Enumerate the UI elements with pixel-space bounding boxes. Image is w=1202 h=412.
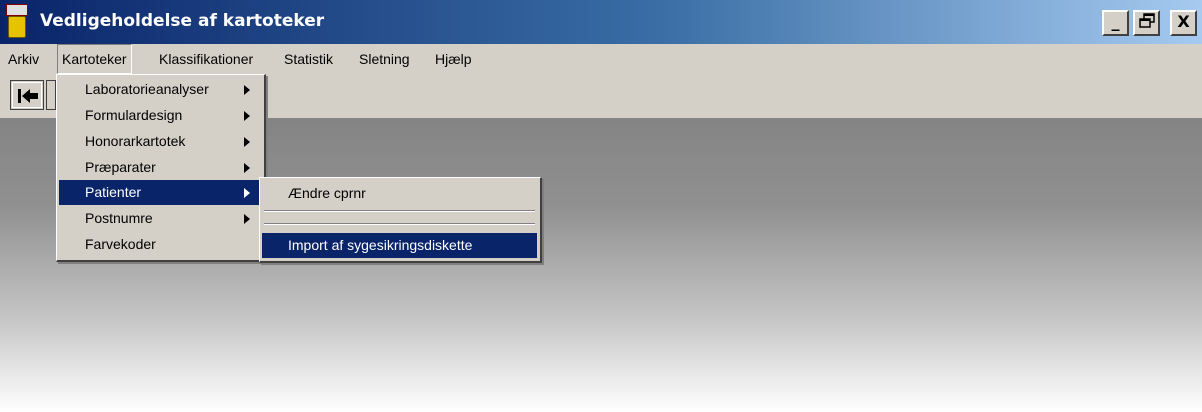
submenu-arrow-icon (244, 111, 250, 121)
menu-item-formulardesign[interactable]: Formulardesign (59, 103, 262, 128)
menu-statistik[interactable]: Statistik (280, 44, 337, 74)
menu-item-label: Farvekoder (85, 236, 156, 252)
kartoteker-menu: Laboratorieanalyser Formulardesign Honor… (56, 74, 266, 262)
menu-item-label: Import af sygesikringsdiskette (288, 237, 473, 253)
menu-item-laboratorieanalyser[interactable]: Laboratorieanalyser (59, 77, 262, 102)
menu-item-label: Formulardesign (85, 107, 183, 123)
submenu-arrow-icon (244, 163, 250, 173)
minimize-button[interactable]: _ (1102, 10, 1129, 36)
arrow-left-to-bar-icon (18, 89, 38, 103)
menu-bar: Arkiv Kartoteker Klassifikationer Statis… (0, 44, 1202, 74)
menu-item-honorarkartotek[interactable]: Honorarkartotek (59, 129, 262, 154)
menu-item-farvekoder[interactable]: Farvekoder (59, 232, 262, 257)
menu-item-praeparater[interactable]: Præparater (59, 155, 262, 180)
submenu-arrow-icon (244, 214, 250, 224)
menu-item-label: Honorarkartotek (85, 133, 186, 149)
menu-kartoteker[interactable]: Kartoteker (57, 44, 132, 74)
submenu-arrow-icon (244, 188, 250, 198)
close-button[interactable]: X (1170, 10, 1197, 36)
restore-button[interactable] (1133, 10, 1160, 36)
submenu-arrow-icon (244, 85, 250, 95)
menu-sletning[interactable]: Sletning (355, 44, 414, 74)
menu-item-import-sygesikringsdiskette[interactable]: Import af sygesikringsdiskette (262, 233, 537, 258)
menu-separator (264, 210, 535, 212)
submenu-arrow-icon (244, 137, 250, 147)
menu-item-aendre-cprnr[interactable]: Ændre cprnr (262, 181, 537, 206)
menu-item-label: Præparater (85, 159, 156, 175)
app-icon[interactable] (4, 4, 28, 40)
menu-item-label: Ændre cprnr (288, 185, 366, 201)
menu-arkiv[interactable]: Arkiv (4, 44, 43, 74)
menu-item-patienter[interactable]: Patienter (59, 180, 262, 205)
toolbar-button-2[interactable] (46, 80, 56, 110)
menu-hjaelp[interactable]: Hjælp (431, 44, 476, 74)
menu-separator (264, 223, 535, 225)
title-bar[interactable]: Vedligeholdelse af kartoteker _ X (0, 0, 1202, 44)
restore-icon (1138, 13, 1155, 28)
menu-item-postnumre[interactable]: Postnumre (59, 206, 262, 231)
first-record-button[interactable] (10, 80, 44, 110)
menu-item-label: Postnumre (85, 210, 153, 226)
window-title: Vedligeholdelse af kartoteker (40, 11, 325, 31)
patienter-submenu: Ændre cprnr Import af sygesikringsdisket… (259, 177, 542, 263)
menu-item-label: Patienter (85, 184, 142, 200)
menu-klassifikationer[interactable]: Klassifikationer (155, 44, 257, 74)
menu-item-label: Laboratorieanalyser (85, 81, 209, 97)
